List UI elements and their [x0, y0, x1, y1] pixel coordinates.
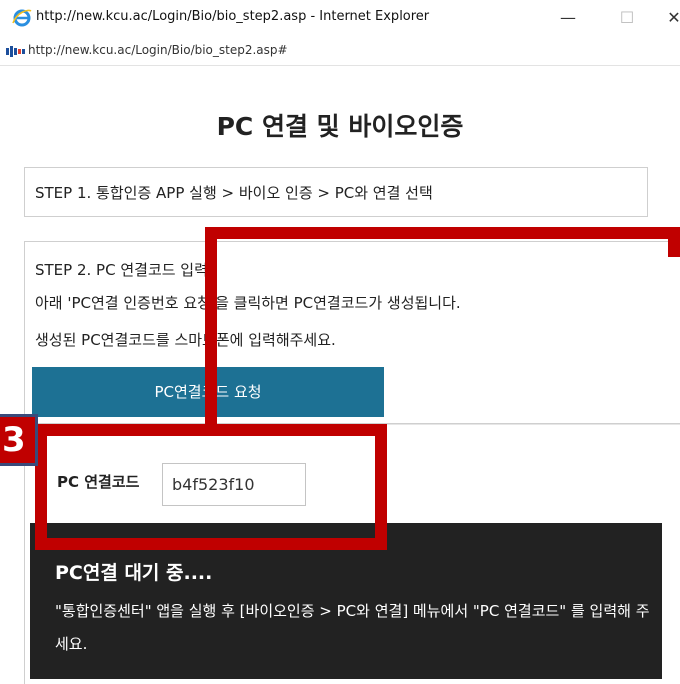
window-titlebar: http://new.kcu.ac/Login/Bio/bio_step2.as…	[0, 0, 680, 38]
step2-description-2: 생성된 PC연결코드를 스마트폰에 입력해주세요.	[35, 331, 336, 349]
site-favicon-icon	[6, 46, 25, 57]
internet-explorer-icon	[12, 9, 32, 27]
step1-text: STEP 1. 통합인증 APP 실행 > 바이오 인증 > PC와 연결 선택	[35, 184, 433, 202]
step1-box: STEP 1. 통합인증 APP 실행 > 바이오 인증 > PC와 연결 선택	[24, 167, 648, 217]
code-label: PC 연결코드	[57, 473, 140, 491]
maximize-button[interactable]: ☐	[612, 6, 642, 30]
close-button[interactable]: ✕	[664, 6, 680, 30]
url-text[interactable]: http://new.kcu.ac/Login/Bio/bio_step2.as…	[28, 43, 288, 57]
step2-heading: STEP 2. PC 연결코드 입력	[35, 261, 208, 279]
annotation-box-right	[375, 424, 387, 550]
code-input[interactable]	[162, 463, 306, 506]
waiting-title: PC연결 대기 중....	[55, 562, 213, 584]
annotation-step-badge: 3	[0, 414, 38, 466]
page-title: PC 연결 및 바이오인증	[216, 112, 464, 141]
step2-description-1: 아래 'PC연결 인증번호 요청'을 클릭하면 PC연결코드가 생성됩니다.	[35, 294, 461, 312]
annotation-bar-right	[668, 227, 680, 257]
window-title: http://new.kcu.ac/Login/Bio/bio_step2.as…	[36, 9, 430, 24]
waiting-description: "통합인증센터" 앱을 실행 후 [바이오인증 > PC와 연결] 메뉴에서 "…	[55, 602, 650, 653]
step2-box: STEP 2. PC 연결코드 입력 아래 'PC연결 인증번호 요청'을 클릭…	[24, 241, 680, 424]
minimize-button[interactable]: —	[553, 6, 583, 30]
address-bar[interactable]: http://new.kcu.ac/Login/Bio/bio_step2.as…	[0, 38, 680, 66]
annotation-box-top	[35, 424, 387, 436]
annotation-bar-top	[205, 227, 680, 239]
annotation-bar-left	[205, 227, 217, 436]
annotation-box-bottom	[35, 538, 387, 550]
